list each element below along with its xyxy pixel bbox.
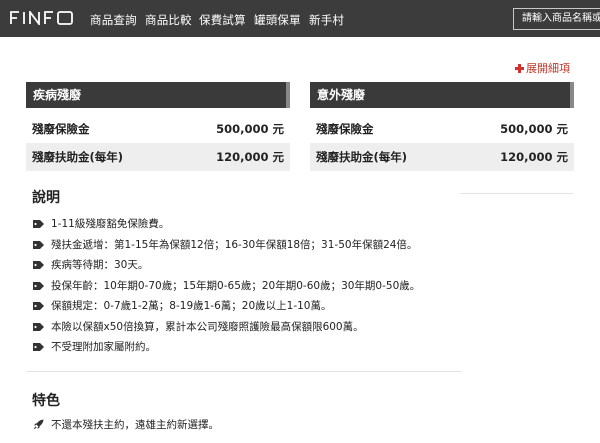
tag-icon [33, 261, 44, 269]
tag-icon [33, 343, 44, 351]
list-item: 疾病等待期：30天。 [33, 255, 453, 276]
features-section-title: 特色 [32, 393, 60, 409]
coverage-table-title: 疾病殘廢 [26, 82, 290, 108]
list-item-text: 保額規定：0-7歲1-2萬；8-19歲1-6萬；20歲以上1-10萬。 [51, 300, 332, 312]
section-divider [460, 193, 573, 194]
list-item: 不受理附加家屬附約。 [33, 337, 453, 358]
nav-item-newbie-village[interactable]: 新手村 [309, 12, 344, 28]
table-row: 殘廢保險金 500,000 元 [310, 115, 574, 143]
tag-icon [33, 220, 44, 228]
row-label: 殘廢保險金 [316, 122, 374, 136]
row-label: 殘廢扶助金(每年) [32, 150, 124, 164]
list-item: 本險以保額x50倍換算，累計本公司殘廢照護險最高保額限600萬。 [33, 317, 453, 338]
row-value: 500,000 元 [500, 122, 568, 136]
tag-icon [33, 322, 44, 331]
row-value: 120,000 元 [216, 150, 284, 164]
finfo-logo-mark [10, 11, 73, 25]
list-item: 保額規定：0-7歲1-2萬；8-19歲1-6萬；20歲以上1-10萬。 [33, 296, 453, 317]
coverage-table-disease: 疾病殘廢 殘廢保險金 500,000 元 殘廢扶助金(每年) 120,000 元 [26, 82, 290, 171]
tag-icon [33, 281, 44, 290]
expand-details-label: 展開細項 [526, 62, 570, 75]
nav-item-product-search[interactable]: 商品查詢 [90, 12, 137, 28]
coverage-table-accident: 意外殘廢 殘廢保險金 500,000 元 殘廢扶助金(每年) 120,000 元 [310, 82, 574, 171]
table-row: 殘廢扶助金(每年) 120,000 元 [26, 143, 290, 171]
table-row: 殘廢保險金 500,000 元 [26, 115, 290, 143]
top-navbar: 商品查詢 商品比較 保費試算 罐頭保單 新手村 請輸入商品名稱或 [0, 0, 600, 37]
list-item: 投保年齡：10年期0-70歲；15年期0-65歲；20年期0-60歲；30年期0… [33, 276, 453, 297]
nav-item-canned-policy[interactable]: 罐頭保單 [254, 12, 301, 28]
list-item-text: 疾病等待期：30天。 [51, 259, 149, 271]
row-value: 500,000 元 [216, 122, 284, 136]
tag-icon [33, 240, 44, 249]
notes-list: 1-11級殘廢豁免保險費。 殘扶金遞增：第1-15年為保額12倍；16-30年保… [33, 214, 453, 358]
coverage-table-title: 意外殘廢 [310, 82, 574, 108]
list-item: 1-11級殘廢豁免保險費。 [33, 214, 453, 235]
finfo-logo[interactable] [10, 11, 74, 27]
plus-icon [515, 63, 524, 73]
list-item-text: 本險以保額x50倍換算，累計本公司殘廢照護險最高保額限600萬。 [51, 320, 364, 333]
table-row: 殘廢扶助金(每年) 120,000 元 [310, 143, 574, 171]
notes-section-title: 說明 [32, 190, 60, 206]
nav-item-premium-calc[interactable]: 保費試算 [199, 12, 246, 28]
list-item-text: 不受理附加家屬附約。 [51, 341, 156, 353]
search-input[interactable]: 請輸入商品名稱或 [513, 8, 600, 30]
feature-text: 不還本殘扶主約，遠雄主約新選擇。 [51, 419, 219, 431]
section-divider [26, 371, 462, 372]
list-item-text: 殘扶金遞增：第1-15年為保額12倍；16-30年保額18倍；31-50年保額2… [51, 238, 418, 251]
list-item: 殘扶金遞增：第1-15年為保額12倍；16-30年保額18倍；31-50年保額2… [33, 235, 453, 256]
list-item: 不還本殘扶主約，遠雄主約新選擇。 [33, 416, 219, 434]
rocket-icon [33, 419, 44, 430]
row-value: 120,000 元 [500, 150, 568, 164]
expand-details-link[interactable]: 展開細項 [515, 60, 570, 76]
nav-item-product-compare[interactable]: 商品比較 [145, 12, 192, 28]
list-item-text: 1-11級殘廢豁免保險費。 [51, 218, 170, 230]
row-label: 殘廢扶助金(每年) [316, 150, 408, 164]
list-item-text: 投保年齡：10年期0-70歲；15年期0-65歲；20年期0-60歲；30年期0… [51, 279, 421, 292]
row-label: 殘廢保險金 [32, 122, 90, 136]
tag-icon [33, 302, 44, 310]
